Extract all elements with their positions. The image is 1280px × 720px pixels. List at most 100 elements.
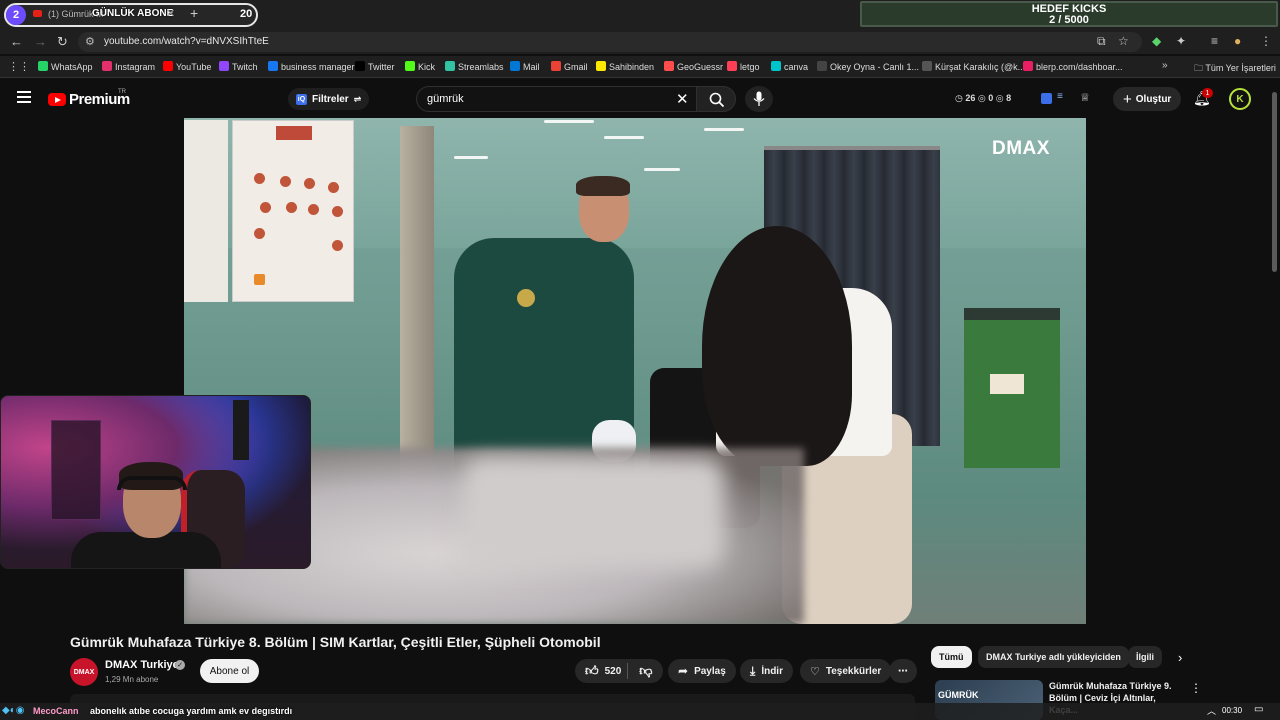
chips-next-icon[interactable]: › [1178, 650, 1182, 665]
youtube-favicon-icon [33, 10, 42, 17]
subscriber-count: 1,29 Mn abone [105, 675, 159, 684]
bookmark-label: GeoGuessr [677, 62, 724, 72]
bookmark-item[interactable]: Sahibinden [596, 61, 654, 72]
like-dislike-group: 👍︎ 520 👎︎ [575, 659, 663, 683]
hamburger-menu-icon[interactable] [17, 91, 31, 103]
thumbs-down-icon: 👎︎ [639, 663, 653, 678]
download-button[interactable]: ⤓ İndir [740, 659, 793, 683]
bookmarks-overflow-icon[interactable]: » [1162, 60, 1168, 71]
new-tab-button[interactable]: + [190, 5, 198, 21]
page-scrollbar[interactable] [1272, 92, 1277, 272]
bookmark-item[interactable]: Instagram [102, 61, 155, 72]
bookmark-label: Instagram [115, 62, 156, 72]
like-divider [627, 663, 628, 679]
clear-search-icon[interactable]: ✕ [676, 90, 689, 108]
sliders-icon: ⇌ [353, 93, 362, 104]
share-button[interactable]: ➦ Paylaş [668, 659, 736, 683]
youtube-logo-icon[interactable] [48, 93, 66, 106]
headset-icon [117, 476, 187, 490]
forward-icon[interactable]: → [34, 34, 47, 49]
video-scene-light [704, 128, 744, 131]
install-app-icon[interactable]: ⧉ [1097, 34, 1106, 49]
bookmark-item[interactable]: Twitch [219, 61, 258, 72]
list-extension-icon[interactable]: ≡ [1057, 91, 1063, 102]
bookmark-item[interactable]: Kick [405, 61, 435, 72]
bookmark-label: Twitch [232, 62, 258, 72]
extension-icon[interactable] [1041, 93, 1052, 104]
chip-related[interactable]: İlgili [1128, 646, 1162, 668]
recommended-menu-icon[interactable]: ⋮ [1190, 681, 1202, 695]
extensions-icon[interactable]: ✦ [1176, 34, 1186, 48]
poster-icon [304, 178, 315, 189]
tab-close-icon[interactable]: ✕ [166, 7, 175, 20]
webcam-light-stand [233, 400, 249, 460]
dislike-button[interactable]: 👎︎ [639, 663, 652, 679]
bookmark-favicon-icon [405, 61, 415, 71]
channel-avatar[interactable]: DMAX [70, 658, 98, 686]
bookmark-favicon-icon [1023, 61, 1033, 71]
bookmark-label: Gmail [564, 62, 588, 72]
bookmark-item[interactable]: Gmail [551, 61, 588, 72]
reload-icon[interactable]: ↻ [57, 34, 68, 50]
bookmark-favicon-icon [551, 61, 561, 71]
country-code: TR [118, 89, 126, 95]
url-text[interactable]: youtube.com/watch?v=dNVXSIhTteE [104, 36, 269, 47]
profile-avatar-icon[interactable]: ● [1234, 34, 1241, 48]
more-actions-button[interactable]: ⋯ [889, 659, 917, 683]
bookmark-favicon-icon [268, 61, 278, 71]
bookmark-label: Mail [523, 62, 540, 72]
bookmark-label: Twitter [368, 62, 395, 72]
poster-icon [332, 206, 343, 217]
bookmark-item[interactable]: Mail [510, 61, 540, 72]
video-scene-officer-hair [576, 176, 630, 196]
subscribe-button[interactable]: Abone ol [200, 659, 259, 683]
bookmark-item[interactable]: Kürşat Karakılıç (@k... [922, 61, 1025, 72]
video-player[interactable]: DMAX [184, 118, 1086, 624]
bookmark-item[interactable]: WhatsApp [38, 61, 93, 72]
voice-search-button[interactable] [745, 86, 773, 112]
thanks-button[interactable]: ♡ Teşekkürler [800, 659, 892, 683]
site-info-icon[interactable]: ⚙ [85, 35, 95, 48]
bookmark-item[interactable]: GeoGuessr [664, 61, 723, 72]
search-query-text[interactable]: gümrük [427, 93, 464, 105]
filters-button[interactable]: iQ Filtreler ⇌ [288, 88, 370, 110]
notification-center-icon[interactable]: ▭ [1254, 704, 1263, 715]
sub-goal-badge: 2 [6, 5, 26, 25]
poster-icon [260, 202, 271, 213]
bookmark-favicon-icon [163, 61, 173, 71]
bookmark-item[interactable]: business manager [268, 61, 355, 72]
extension-stats[interactable]: ◷ 26 ◎ 0 ◎ 8 [955, 93, 1011, 104]
chip-all[interactable]: Tümü [931, 646, 972, 668]
video-scene-light [604, 136, 644, 139]
tray-expand-icon[interactable]: ︿ [1207, 704, 1216, 717]
bookmark-label: Okey Oyna - Canlı 1... [830, 62, 920, 72]
bookmark-item[interactable]: canva [771, 61, 808, 72]
account-avatar[interactable]: K [1229, 88, 1251, 110]
all-bookmarks-folder[interactable]: 🗀 Tüm Yer İşaretleri [1194, 61, 1276, 77]
bookmark-item[interactable]: Okey Oyna - Canlı 1... [817, 61, 919, 72]
bookmark-item[interactable]: Twitter [355, 61, 395, 72]
reading-list-icon[interactable]: ≡ [1211, 34, 1218, 48]
bookmark-item[interactable]: Streamlabs [445, 61, 504, 72]
bookmark-star-icon[interactable]: ☆ [1118, 34, 1129, 48]
apps-grid-icon[interactable]: ⋮⋮ [8, 60, 30, 73]
video-scene-light [644, 168, 680, 171]
channel-name[interactable]: DMAX Turkiye [105, 659, 179, 671]
notification-count-badge: 1 [1202, 88, 1213, 98]
extension-shield-icon[interactable]: ◆ [1152, 34, 1161, 48]
bookmark-favicon-icon [817, 61, 827, 71]
bookmark-item[interactable]: YouTube [163, 61, 211, 72]
folder-icon: 🗀 [1194, 63, 1206, 73]
award-icon[interactable]: ♕ [1080, 91, 1090, 104]
back-icon[interactable]: ← [10, 34, 23, 49]
bookmark-item[interactable]: letgo [727, 61, 760, 72]
create-button[interactable]: + Oluştur [1113, 87, 1182, 111]
video-scene-blurred-items [464, 458, 724, 568]
poster-icon [332, 240, 343, 251]
webcam-overlay [0, 395, 311, 569]
bookmark-item[interactable]: blerp.com/dashboar... [1023, 61, 1123, 72]
browser-menu-icon[interactable]: ⋮ [1260, 34, 1272, 48]
like-button[interactable]: 👍︎ 520 [585, 663, 621, 679]
search-button[interactable] [696, 86, 736, 112]
chip-from-uploader[interactable]: DMAX Turkiye adlı yükleyiciden [978, 646, 1129, 668]
